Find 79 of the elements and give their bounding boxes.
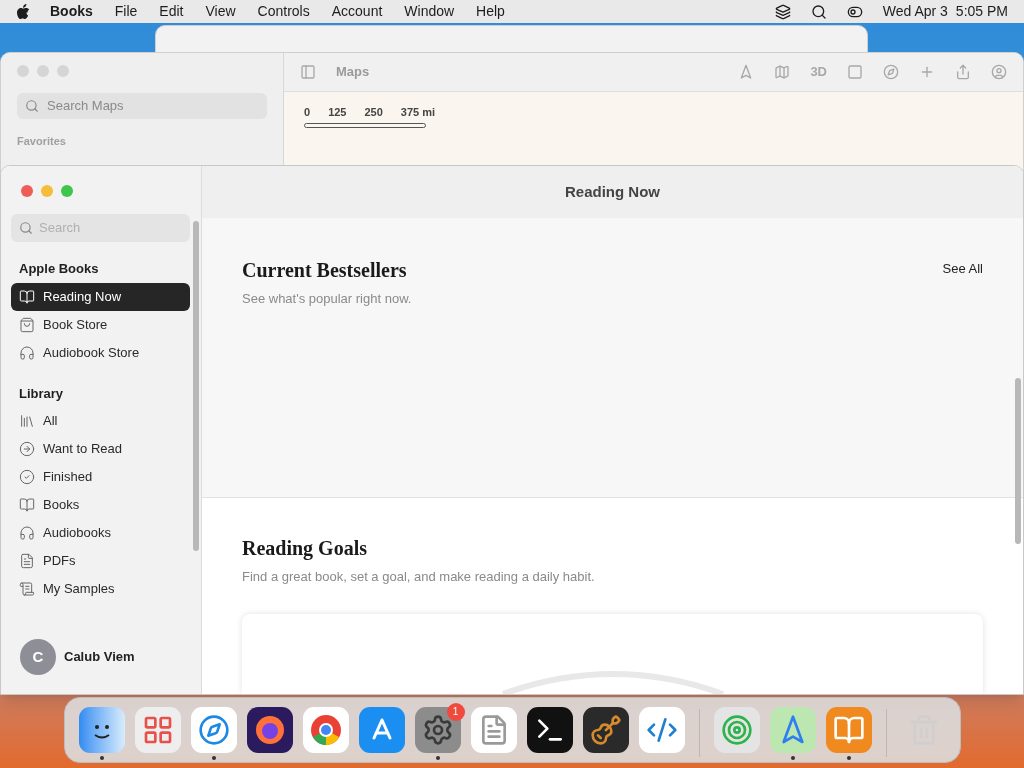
menu-bar-date[interactable]: Wed Apr 3: [882, 1, 948, 22]
running-indicator: [846, 755, 851, 760]
target-icon[interactable]: [713, 706, 760, 753]
sidebar-item[interactable]: Books: [11, 491, 190, 519]
sidebar-item[interactable]: Book Store: [11, 310, 190, 339]
scale-label: 250: [364, 105, 383, 120]
window-title: Reading Now: [565, 181, 660, 202]
menu-item[interactable]: Controls: [257, 1, 310, 22]
headphones-icon: [19, 344, 35, 361]
open-book-icon[interactable]: [825, 706, 872, 753]
document-icon: [19, 553, 35, 569]
grid-icon[interactable]: [134, 706, 181, 753]
sidebar-heading: Apple Books: [18, 260, 100, 278]
arrow-circle-icon: [19, 441, 35, 457]
menu-item[interactable]: Account: [331, 1, 383, 22]
sidebar-heading: Library: [18, 384, 65, 403]
apple-logo-icon[interactable]: [16, 3, 30, 20]
account-name[interactable]: Calub Viem: [64, 647, 135, 667]
window-title: Maps: [336, 63, 370, 82]
menu-item[interactable]: Help: [476, 1, 505, 22]
sidebar-item[interactable]: PDFs: [11, 547, 190, 575]
face-icon[interactable]: [78, 706, 125, 753]
letter-a-icon[interactable]: [358, 706, 405, 753]
section-title: Current Bestsellers: [242, 257, 408, 283]
zoom-button[interactable]: [61, 185, 73, 197]
sidebar-item[interactable]: Audiobooks: [11, 519, 190, 547]
sidebar-item[interactable]: Finished: [11, 463, 190, 491]
menu-bar-time[interactable]: 5:05 PM: [955, 1, 1008, 22]
terminal-icon[interactable]: [526, 706, 573, 753]
notification-badge: 1: [446, 702, 465, 721]
search-icon[interactable]: [810, 3, 827, 20]
sidebar-toggle-icon[interactable]: [300, 64, 316, 80]
minimize-button[interactable]: [41, 185, 53, 197]
menu-item[interactable]: Edit: [159, 1, 184, 22]
windows-icon[interactable]: [774, 3, 791, 20]
gear-icon[interactable]: [414, 706, 461, 753]
bag-icon: [19, 316, 35, 333]
document-lines-icon: [19, 581, 35, 597]
square-icon[interactable]: [847, 64, 863, 80]
compass-icon[interactable]: [190, 706, 237, 753]
headphones-icon: [19, 525, 35, 541]
section-subtitle: See what's popular right now.: [242, 289, 412, 308]
running-indicator: [211, 755, 216, 760]
sidebar-item[interactable]: All: [11, 407, 190, 435]
map-pin-icon[interactable]: [769, 706, 816, 753]
check-circle-icon: [19, 469, 35, 485]
section-heading: Favorites: [17, 134, 67, 149]
share-icon[interactable]: [955, 64, 971, 80]
map-icon[interactable]: [774, 64, 791, 80]
section-title: Reading Goals: [242, 535, 369, 562]
close-button[interactable]: [21, 185, 33, 197]
search-icon: [25, 99, 39, 113]
menu-item[interactable]: Window: [404, 1, 455, 22]
code-icon[interactable]: [638, 706, 685, 753]
account-icon[interactable]: [991, 64, 1007, 80]
scale-label: 0: [304, 105, 311, 120]
search-icon: [19, 221, 33, 235]
see-all-link[interactable]: See All: [942, 258, 983, 279]
sidebar-item[interactable]: Reading Now: [11, 282, 190, 311]
notepad-icon[interactable]: [470, 706, 517, 753]
running-indicator: [790, 755, 795, 760]
sidebar-item[interactable]: My Samples: [11, 575, 190, 603]
sidebar-item[interactable]: Want to Read: [11, 435, 190, 463]
section-subtitle: Find a great book, set a goal, and make reading a daily habit.: [242, 567, 595, 586]
scale-label: 375 mi: [400, 105, 436, 120]
books-shelf-icon: [19, 413, 35, 429]
menu-item[interactable]: View: [205, 1, 236, 22]
app-menu[interactable]: Books: [50, 1, 93, 22]
running-indicator: [435, 755, 440, 760]
scale-label: 125: [328, 105, 347, 120]
guitar-icon[interactable]: [582, 706, 629, 753]
add-icon[interactable]: [919, 64, 935, 80]
sidebar-item[interactable]: Audiobook Store: [11, 338, 190, 367]
open-book-icon: [19, 288, 35, 305]
compass-icon[interactable]: [883, 64, 899, 80]
running-indicator: [99, 755, 104, 760]
open-book-icon: [19, 497, 35, 513]
circle-logo-icon[interactable]: [302, 706, 349, 753]
menu-item[interactable]: File: [114, 1, 138, 22]
